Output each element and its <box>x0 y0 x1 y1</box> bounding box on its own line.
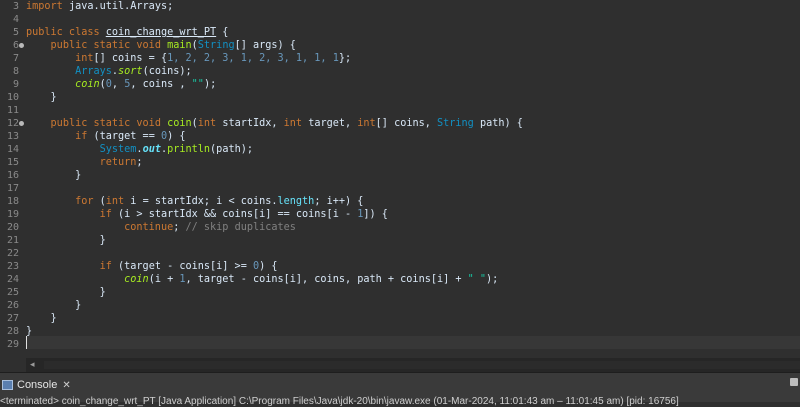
line-number: 3 <box>12 1 19 12</box>
line-number: 17 <box>6 183 19 194</box>
code-line-25: } <box>99 287 106 298</box>
line-number: 25 <box>6 287 19 298</box>
code-line-5: public class coin_change_wrt_PT { <box>26 27 229 38</box>
line-number: 9 <box>12 79 19 90</box>
line-number: 8 <box>12 66 19 77</box>
horizontal-scrollbar[interactable]: ◂ <box>26 358 800 372</box>
line-number: 12 <box>6 118 19 129</box>
line-number: 29 <box>6 339 19 350</box>
code-line-9: coin(0, 5, coins , ""); <box>75 79 217 90</box>
code-line-19: if (i > startIdx && coins[i] == coins[i … <box>99 209 388 220</box>
line-number: 23 <box>6 261 19 272</box>
code-line-24: coin(i + 1, target - coins[i], coins, pa… <box>124 274 499 285</box>
console-panel: Console ✕ <terminated> coin_change_wrt_P… <box>0 372 800 407</box>
code-line-20: continue; // skip duplicates <box>124 222 296 233</box>
line-number: 4 <box>12 14 19 25</box>
code-line-8: Arrays.sort(coins); <box>75 66 192 77</box>
line-number: 14 <box>6 144 19 155</box>
line-number-gutter: 3 4 5 6 7 8 9 10 11 12 13 14 15 16 17 18 19 20 21 22 23 24 25 2… <box>0 0 26 358</box>
line-number: 10 <box>6 92 19 103</box>
override-marker-icon[interactable] <box>19 121 24 126</box>
console-tab-label: Console <box>17 379 58 391</box>
line-number: 15 <box>6 157 19 168</box>
line-number: 6 <box>12 40 19 51</box>
console-view-menu-icon[interactable] <box>790 378 798 386</box>
line-number: 5 <box>12 27 19 38</box>
line-number: 21 <box>6 235 19 246</box>
code-line-26: } <box>75 300 82 311</box>
console-icon <box>2 380 13 390</box>
line-number: 16 <box>6 170 19 181</box>
line-number: 28 <box>6 326 19 337</box>
line-number: 22 <box>6 248 19 259</box>
line-number: 24 <box>6 274 19 285</box>
code-line-7: int[] coins = {1, 2, 2, 3, 1, 2, 3, 1, 1… <box>75 53 352 64</box>
line-number: 20 <box>6 222 19 233</box>
code-line-6: public static void main(String[] args) { <box>50 40 296 51</box>
close-icon[interactable]: ✕ <box>62 380 70 391</box>
current-line-highlight <box>26 336 800 349</box>
tab-console[interactable]: Console ✕ <box>0 377 71 393</box>
code-line-3: import java.util.Arrays; <box>26 1 174 12</box>
code-editor[interactable]: 3 4 5 6 7 8 9 10 11 12 13 14 15 16 17 18 19 20 21 22 23 24 25 2… <box>0 0 800 358</box>
line-number: 13 <box>6 131 19 142</box>
scrollbar-track[interactable] <box>44 361 800 369</box>
class-name: coin_change_wrt_PT <box>105 27 217 38</box>
code-line-16: } <box>75 170 82 181</box>
code-line-10: } <box>50 92 57 103</box>
override-marker-icon[interactable] <box>19 43 24 48</box>
code-line-27: } <box>50 313 57 324</box>
line-number: 7 <box>12 53 19 64</box>
code-line-13: if (target == 0) { <box>75 131 186 142</box>
code-line-15: return; <box>99 157 143 168</box>
line-number: 27 <box>6 313 19 324</box>
code-line-12: public static void coin(int startIdx, in… <box>50 118 523 129</box>
line-number: 26 <box>6 300 19 311</box>
code-line-14: System.out.println(path); <box>99 144 253 155</box>
line-number: 18 <box>6 196 19 207</box>
code-line-23: if (target - coins[i] >= 0) { <box>99 261 278 272</box>
code-line-21: } <box>99 235 106 246</box>
line-number: 19 <box>6 209 19 220</box>
code-line-18: for (int i = startIdx; i < coins.length;… <box>75 196 364 207</box>
console-status-text: <terminated> coin_change_wrt_PT [Java Ap… <box>0 396 679 407</box>
line-number: 11 <box>6 105 19 116</box>
scroll-left-icon[interactable]: ◂ <box>30 360 35 370</box>
text-caret <box>26 336 27 349</box>
